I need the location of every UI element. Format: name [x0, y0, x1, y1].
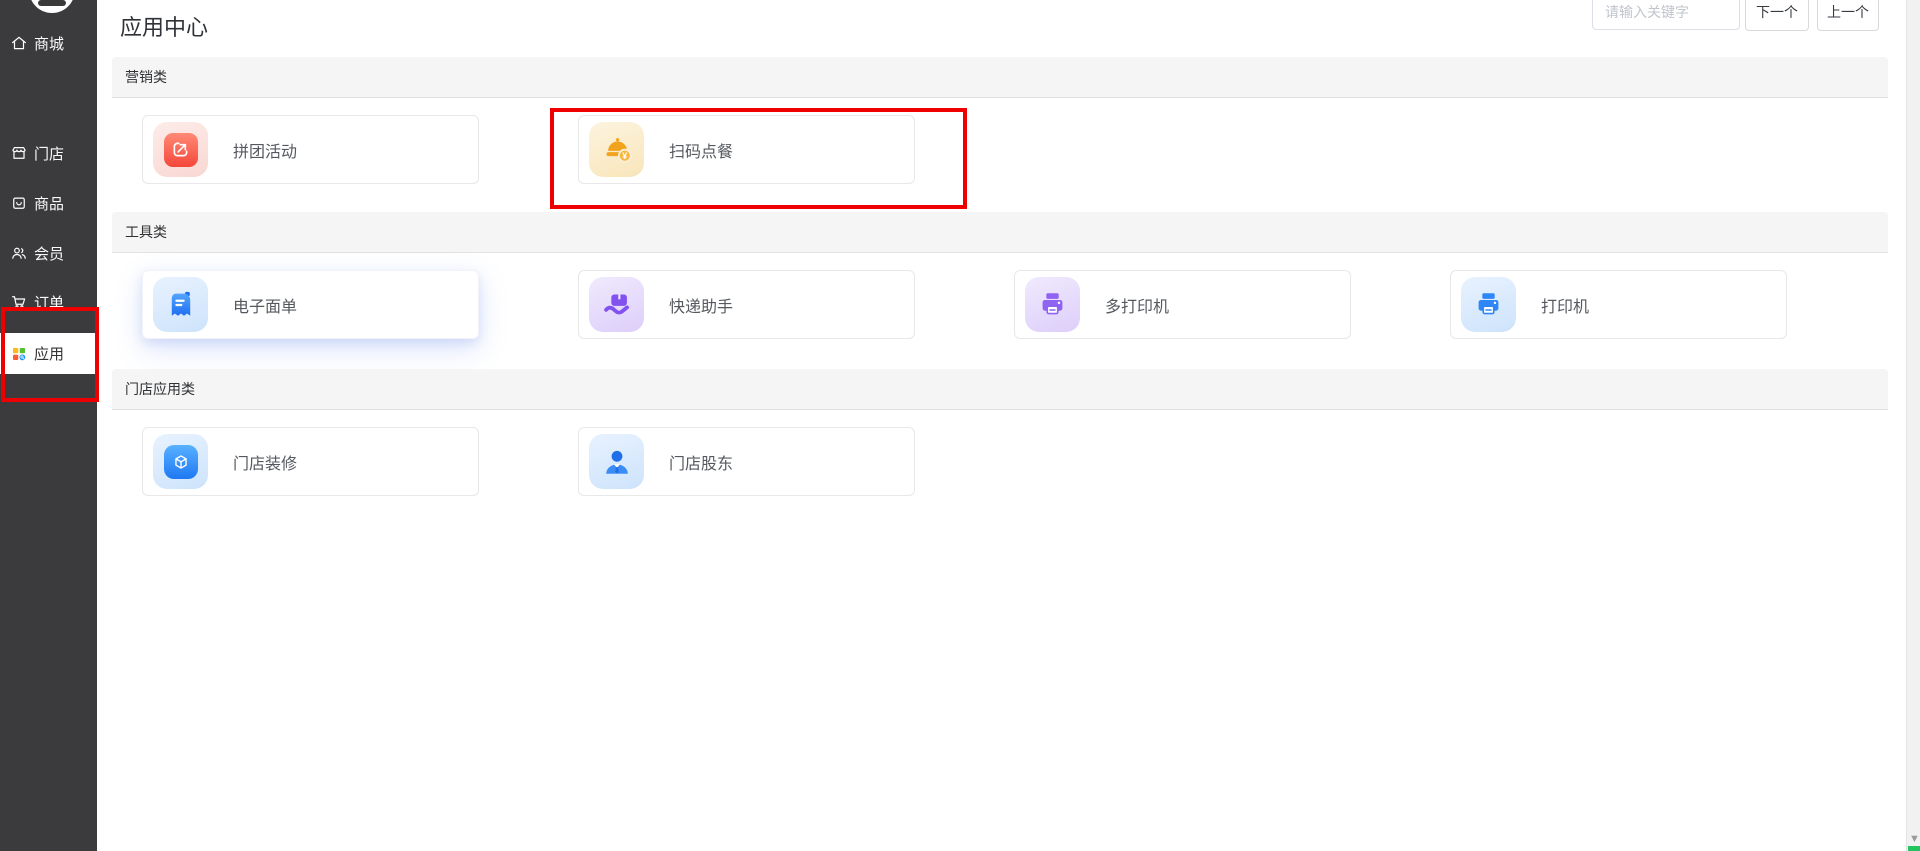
store-shareholder-icon	[605, 450, 628, 474]
app-icon	[589, 277, 644, 332]
sidebar-item-goods[interactable]: 商品	[0, 183, 97, 223]
sidebar-item-apps[interactable]: 应用	[0, 333, 97, 374]
multi-printer-icon	[1042, 293, 1063, 315]
section-header-store-apps: 门店应用类	[112, 369, 1888, 410]
app-center-page: 商城 门店 商品 会员 订单 应用 应用中心 请输入关键字 下一个 上一个 营销…	[0, 0, 1920, 851]
svg-text:¥: ¥	[622, 150, 627, 160]
app-icon	[1461, 277, 1516, 332]
app-card-multi-printer[interactable]: 多打印机	[1014, 270, 1351, 339]
waybill-icon	[171, 291, 190, 316]
app-icon	[153, 277, 208, 332]
app-card-store-decoration[interactable]: 门店装修	[142, 427, 479, 496]
card-row: 门店装修 门店股东	[142, 427, 915, 496]
group-buy-icon	[163, 132, 198, 167]
app-card-printer[interactable]: 打印机	[1450, 270, 1787, 339]
courier-helper-icon	[603, 294, 629, 315]
sidebar-item-store[interactable]: 门店	[0, 133, 97, 173]
app-card-label: 拼团活动	[233, 143, 298, 161]
sidebar-item-members[interactable]: 会员	[0, 233, 97, 273]
sidebar-item-label: 应用	[34, 346, 65, 363]
sidebar-item-label: 商城	[34, 35, 65, 53]
apps-grid-icon	[13, 347, 26, 360]
printer-icon	[1478, 293, 1499, 315]
app-card-courier-helper[interactable]: 快递助手	[578, 270, 915, 339]
app-card-label: 打印机	[1541, 298, 1590, 316]
next-button[interactable]: 下一个	[1745, 0, 1809, 31]
card-row: 拼团活动 ¥ 扫码点餐	[142, 115, 915, 184]
app-card-waybill[interactable]: 电子面单	[142, 270, 479, 339]
app-card-label: 扫码点餐	[669, 143, 734, 161]
app-card-group-buy[interactable]: 拼团活动	[142, 115, 479, 184]
section-title: 门店应用类	[125, 381, 195, 397]
sidebar-item-label: 订单	[34, 294, 65, 312]
section-title: 营销类	[125, 69, 167, 85]
scrollbar-track[interactable]: ▼	[1906, 0, 1920, 851]
scroll-widget-green-bar	[1908, 846, 1920, 851]
cart-icon	[12, 296, 26, 309]
card-row: 电子面单 快递助手 多打印机 打印机	[142, 270, 1787, 339]
app-card-label: 多打印机	[1105, 298, 1170, 316]
sidebar-item-mall[interactable]: 商城	[0, 23, 97, 63]
app-icon	[153, 122, 208, 177]
sidebar: 商城 门店 商品 会员 订单 应用	[0, 0, 97, 851]
section-header-tools: 工具类	[112, 212, 1888, 253]
app-icon: ¥	[589, 122, 644, 177]
goods-icon	[13, 197, 25, 209]
section-header-marketing: 营销类	[112, 57, 1888, 98]
search-input[interactable]	[1592, 0, 1740, 30]
app-card-store-shareholder[interactable]: 门店股东	[578, 427, 915, 496]
app-card-label: 电子面单	[233, 298, 298, 316]
avatar-logo	[38, 0, 66, 6]
section-title: 工具类	[125, 224, 167, 240]
sidebar-item-label: 门店	[34, 145, 65, 163]
home-icon	[12, 36, 26, 50]
prev-button[interactable]: 上一个	[1817, 0, 1879, 31]
app-icon	[153, 434, 208, 489]
members-icon	[12, 247, 26, 259]
app-card-label: 快递助手	[669, 298, 734, 316]
scroll-down-arrow-icon[interactable]: ▼	[1909, 833, 1920, 845]
page-title: 应用中心	[120, 15, 209, 40]
sidebar-item-label: 商品	[34, 195, 65, 213]
scan-order-icon: ¥	[606, 137, 632, 163]
storefront-icon	[12, 147, 26, 159]
app-card-label: 门店股东	[669, 455, 734, 473]
app-icon	[1025, 277, 1080, 332]
sidebar-item-label: 会员	[34, 245, 65, 263]
sidebar-item-orders[interactable]: 订单	[0, 282, 97, 322]
main-content: 应用中心 下一个 上一个 营销类 拼团活动	[97, 0, 1906, 851]
avatar[interactable]	[29, 0, 75, 13]
app-card-scan-order[interactable]: ¥ 扫码点餐	[578, 115, 915, 184]
app-icon	[589, 434, 644, 489]
store-decoration-icon	[163, 444, 198, 479]
app-card-label: 门店装修	[233, 455, 298, 473]
